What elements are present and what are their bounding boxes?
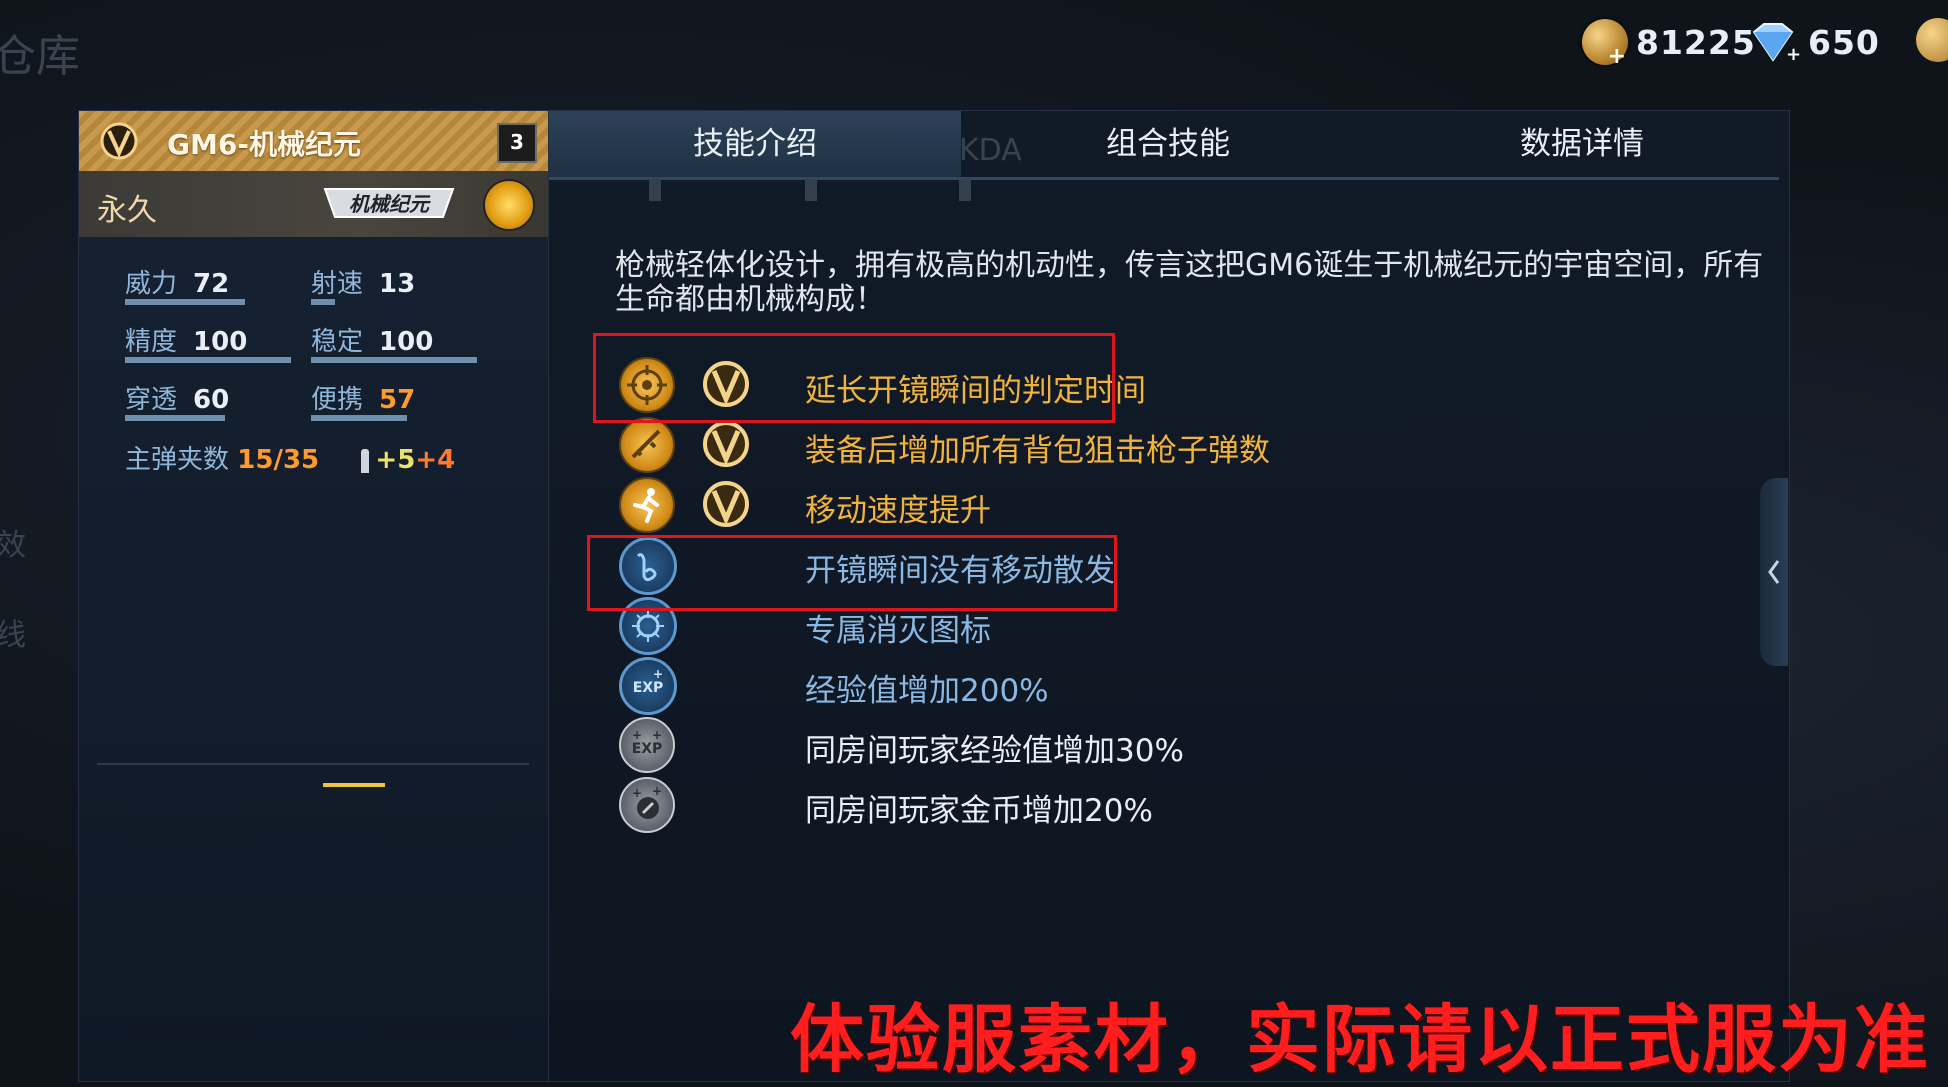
stat-accuracy-bar — [125, 357, 291, 363]
stat-penetration: 穿透 60 — [125, 385, 230, 415]
diamond-amount: 650 — [1808, 22, 1880, 62]
vip-v-icon — [703, 421, 749, 467]
diamond-icon: + — [1752, 23, 1800, 62]
running-icon — [619, 477, 675, 533]
highlight-box — [587, 535, 1117, 611]
svg-text:+: + — [632, 728, 642, 742]
series-logo: 机械纪元 — [323, 188, 455, 218]
detail-panel: 场次 胜率 平均KDA 技能介绍 组合技能 数据详情 枪械轻体化设计，拥有极高的… — [548, 110, 1790, 1082]
svg-text:+: + — [653, 667, 663, 681]
ammo-max: 35 — [282, 445, 320, 475]
ammo-bonus-a: +5 — [375, 445, 416, 475]
tab-bar: 场次 胜率 平均KDA 技能介绍 组合技能 数据详情 — [549, 111, 1779, 180]
ghost-tick — [649, 179, 661, 201]
skill-row: 移动速度提升 — [619, 477, 1619, 533]
scene-title: 仓库 — [0, 31, 80, 82]
test-server-watermark: 体验服素材，实际请以正式服为准 — [790, 997, 1930, 1083]
gold-amount: 81225 — [1636, 22, 1756, 62]
ghost-tick — [805, 179, 817, 201]
svg-text:+: + — [632, 786, 642, 800]
stat-power-bar — [125, 299, 245, 305]
skill-row: EXP + 经验值增加200% — [619, 657, 1619, 715]
skill-row: + + 同房间玩家金币增加20% — [619, 777, 1619, 833]
weapon-description: 枪械轻体化设计，拥有极高的机动性，传言这把GM6诞生于机械纪元的宇宙空间，所有生… — [615, 248, 1764, 317]
skill-text: 移动速度提升 — [805, 493, 991, 529]
stat-accuracy: 精度 100 — [125, 327, 248, 357]
stat-portability: 便携 57 — [311, 385, 416, 415]
svg-text:+: + — [1786, 44, 1800, 62]
exp-icon: EXP + — [619, 657, 677, 715]
skill-text: 专属消灭图标 — [805, 613, 991, 649]
weapon-level-badge: 3 — [497, 123, 537, 163]
skill-row: EXP + + 同房间玩家经验值增加30% — [619, 717, 1619, 773]
bullet-icon — [361, 448, 370, 473]
stat-fire-rate-bar — [311, 299, 335, 305]
weapon-header: GM6-机械纪元 3 — [79, 111, 549, 171]
stat-penetration-bar — [125, 415, 225, 421]
tab-skill-intro[interactable]: 技能介绍 — [549, 111, 961, 177]
skill-text: 同房间玩家经验值增加30% — [805, 733, 1184, 769]
tab-data-details[interactable]: 数据详情 — [1375, 111, 1789, 177]
medal-icon[interactable] — [483, 179, 535, 231]
weapon-duration: 永久 — [97, 193, 157, 228]
weapon-subheader: 永久 机械纪元 — [79, 171, 549, 237]
ammo-bonus-b: +4 — [415, 445, 456, 475]
weapon-info-panel: GM6-机械纪元 3 永久 机械纪元 威力 72 射速 13 精度 100 稳定 100… — [78, 110, 550, 1082]
team-gold-icon: + + — [619, 777, 675, 833]
gold-currency[interactable]: 81225 — [1582, 18, 1756, 69]
svg-text:EXP: EXP — [632, 741, 663, 757]
svg-text:EXP: EXP — [633, 680, 664, 696]
rifle-icon — [619, 417, 675, 473]
stat-portability-bar — [311, 415, 407, 421]
highlight-box — [593, 333, 1115, 423]
vip-v-icon — [703, 481, 749, 527]
stat-fire-rate: 射速 13 — [311, 269, 416, 299]
stat-power: 威力 72 — [125, 269, 230, 299]
diamond-currency[interactable]: + 650 — [1746, 18, 1880, 66]
scene-side-text: 效 — [0, 528, 26, 563]
vip-v-icon — [100, 122, 138, 160]
ammo-label: 主弹夹数 — [125, 445, 230, 475]
weapon-name: GM6-机械纪元 — [167, 128, 361, 161]
skill-text: 经验值增加200% — [805, 673, 1049, 709]
skill-row: 装备后增加所有背包狙击枪子弹数 — [619, 417, 1619, 473]
team-exp-icon: EXP + + — [619, 717, 675, 773]
stat-stability: 稳定 100 — [311, 327, 434, 357]
ammo-info: 主弹夹数 15/35 +5+4 — [125, 445, 456, 475]
stat-stability-bar — [311, 357, 477, 363]
skill-text: 装备后增加所有背包狙击枪子弹数 — [805, 433, 1270, 469]
panel-divider — [97, 763, 529, 765]
gold-coin-icon — [1582, 19, 1628, 69]
skill-text: 同房间玩家金币增加20% — [805, 793, 1153, 829]
ammo-current: 15 — [237, 445, 274, 475]
scene-side-text: 线 — [0, 618, 26, 653]
collapse-panel-button[interactable] — [1760, 478, 1788, 666]
chevron-left-icon — [1768, 560, 1780, 584]
ghost-tick — [959, 179, 971, 201]
svg-text:+: + — [652, 784, 662, 798]
tab-combo-skills[interactable]: 组合技能 — [961, 111, 1375, 177]
page-indicator[interactable] — [323, 783, 385, 787]
series-logo-text: 机械纪元 — [349, 192, 431, 216]
svg-text:+: + — [652, 728, 662, 742]
